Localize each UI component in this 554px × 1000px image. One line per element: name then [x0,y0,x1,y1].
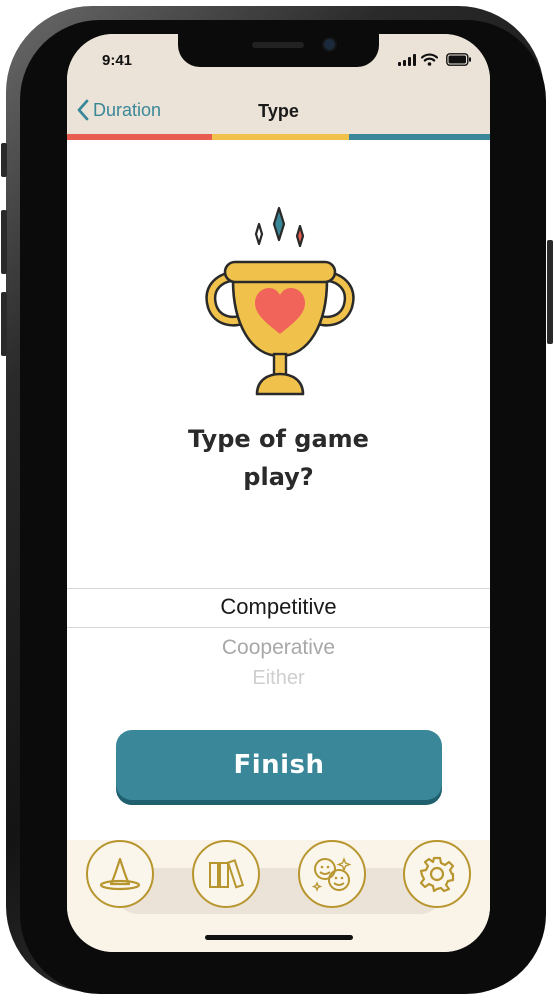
page-title: Type [258,101,299,121]
mute-switch [1,143,7,177]
navigation-bar: Duration Type [67,90,490,134]
speaker-grille [252,42,304,48]
tab-wizard[interactable] [86,840,154,908]
tab-bar-track [115,868,443,914]
volume-down-button [1,292,7,356]
question-heading: Type of game play? [67,420,490,496]
picker-option-selected[interactable]: Competitive [67,594,490,620]
finish-button[interactable]: Finish [116,730,442,800]
front-camera [324,39,335,50]
phone-screen: 9:41 Duration Type Type of game play? Co… [67,34,490,952]
progress-segment-3 [349,134,490,140]
tab-library[interactable] [192,840,260,908]
finish-button-label: Finish [233,750,325,780]
home-indicator[interactable] [205,935,353,940]
progress-segment-1 [67,134,212,140]
tab-settings[interactable] [403,840,471,908]
progress-segment-2 [212,134,349,140]
battery-icon [446,53,471,66]
question-line-2: play? [243,463,314,491]
wizard-hat-icon [99,857,141,891]
game-type-picker[interactable]: Competitive Cooperative Either [67,584,490,704]
power-button [547,240,553,344]
books-icon [209,859,245,889]
trophy-icon [205,206,355,396]
picker-divider-top [67,588,490,589]
picker-option[interactable]: Cooperative [67,636,490,660]
status-bar: 9:41 [67,34,490,90]
picker-divider-bottom [67,627,490,628]
volume-up-button [1,210,7,274]
picker-option[interactable]: Either [67,667,490,690]
tab-social[interactable] [298,840,366,908]
step-progress-bar [67,134,490,140]
signal-icon [398,54,416,66]
faces-icon [311,857,352,892]
wifi-icon [421,53,438,66]
notch [178,34,379,67]
gear-icon [419,856,455,893]
status-time: 9:41 [102,52,133,69]
question-line-1: Type of game [188,425,369,453]
